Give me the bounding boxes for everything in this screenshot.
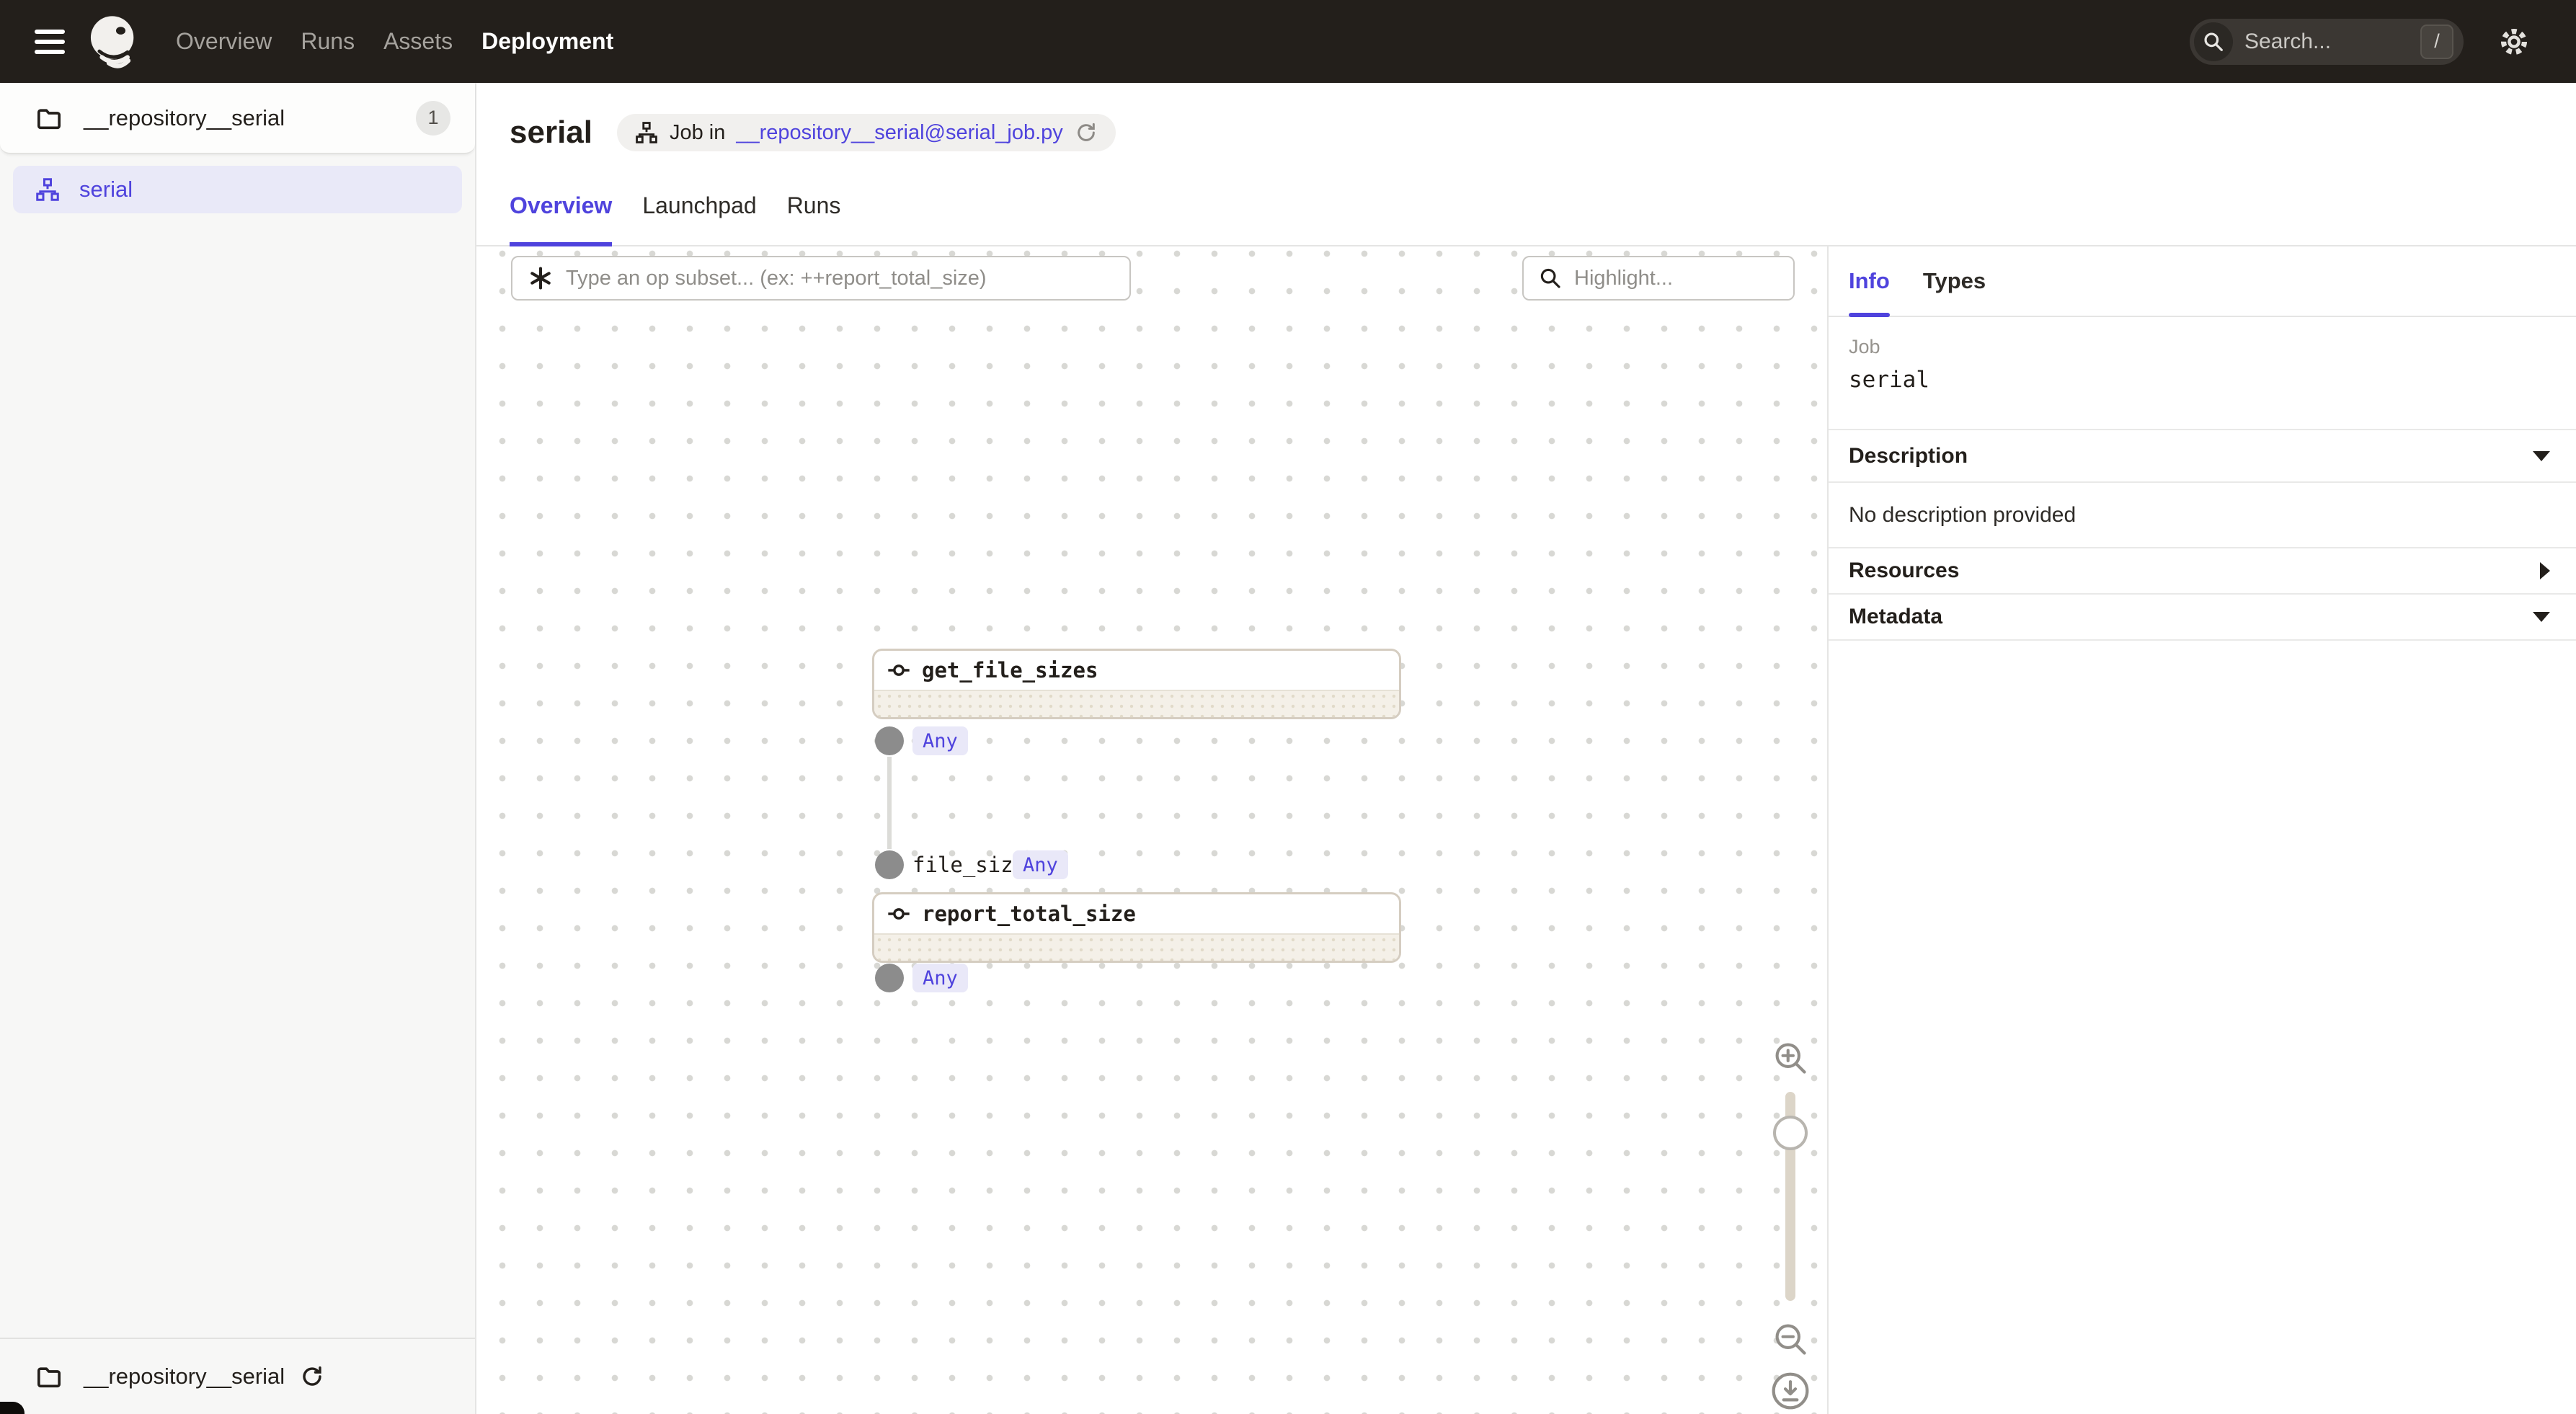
op-graph-canvas[interactable]: get_file_sizes Any file_sizes Any	[476, 246, 1827, 1414]
op-subset-input[interactable]	[566, 267, 1115, 290]
job-label: Job	[1849, 336, 2556, 358]
nav-item-runs[interactable]: Runs	[301, 28, 355, 55]
op-icon	[887, 659, 910, 682]
job-graph-icon	[35, 177, 61, 203]
global-search[interactable]: /	[2190, 19, 2464, 65]
download-image-icon[interactable]	[1770, 1371, 1811, 1411]
op-subset-filter	[511, 256, 1131, 301]
zoom-slider-handle[interactable]	[1773, 1116, 1808, 1150]
zoom-in-icon[interactable]	[1772, 1039, 1809, 1077]
right-info-panel: Info Types Job serial Description No des…	[1827, 246, 2576, 1414]
main-area: serial Job in __repository__serial@seria…	[476, 83, 2576, 1414]
page-title: serial	[510, 115, 592, 151]
tab-types[interactable]: Types	[1923, 246, 1986, 316]
tab-launchpad[interactable]: Launchpad	[642, 192, 756, 245]
dagster-logo-icon[interactable]	[86, 14, 141, 69]
section-metadata[interactable]: Metadata	[1829, 595, 2576, 641]
settings-gear-icon[interactable]	[2497, 25, 2531, 59]
nav-item-overview[interactable]: Overview	[176, 28, 272, 55]
repository-name: __repository__serial	[84, 105, 285, 131]
topnav-right: /	[2190, 19, 2550, 65]
output-port[interactable]	[875, 726, 904, 755]
search-icon	[2194, 22, 2233, 61]
footer-repository-name: __repository__serial	[84, 1364, 285, 1389]
type-badge[interactable]: Any	[1013, 850, 1068, 879]
search-icon	[1538, 266, 1563, 290]
section-title: Description	[1849, 444, 1968, 468]
op-name: report_total_size	[922, 902, 1136, 926]
section-title: Resources	[1849, 559, 1959, 583]
op-selector-icon	[527, 264, 554, 292]
highlight-filter	[1522, 256, 1795, 301]
info-panel-tabs: Info Types	[1829, 246, 2576, 317]
content: get_file_sizes Any file_sizes Any	[476, 246, 2576, 1414]
chevron-down-icon	[2533, 451, 2550, 461]
chevron-down-icon	[2533, 612, 2550, 622]
nav-item-assets[interactable]: Assets	[383, 28, 453, 55]
op-node-report-total-size[interactable]: report_total_size	[872, 892, 1401, 963]
nav-item-deployment[interactable]: Deployment	[481, 28, 613, 55]
type-badge[interactable]: Any	[912, 726, 968, 755]
sidebar-item-label: serial	[79, 177, 133, 203]
refresh-icon[interactable]	[1074, 120, 1098, 145]
sidebar-footer: __repository__serial	[0, 1338, 475, 1414]
section-resources[interactable]: Resources	[1829, 548, 2576, 595]
description-empty-state: No description provided	[1829, 483, 2576, 548]
repository-header[interactable]: __repository__serial 1	[0, 83, 475, 154]
folder-icon	[35, 1362, 63, 1391]
left-sidebar: __repository__serial 1 serial __reposito…	[0, 83, 476, 1414]
job-summary: Job serial	[1829, 317, 2576, 430]
job-context-prefix: Job in	[670, 121, 725, 145]
search-shortcut-badge: /	[2420, 25, 2453, 59]
app-window: Overview Runs Assets Deployment /	[0, 0, 2576, 1414]
primary-nav: Overview Runs Assets Deployment	[176, 28, 613, 55]
job-tabs: Overview Launchpad Runs	[476, 83, 2576, 246]
tab-runs[interactable]: Runs	[787, 192, 841, 245]
dependency-edge	[887, 757, 892, 849]
job-name-value: serial	[1849, 367, 2556, 393]
input-port[interactable]	[875, 850, 904, 879]
tab-info[interactable]: Info	[1849, 246, 1890, 316]
job-graph-icon	[634, 120, 659, 145]
op-icon	[887, 902, 910, 925]
search-input[interactable]	[2244, 30, 2420, 54]
highlight-input[interactable]	[1574, 267, 1779, 290]
chevron-right-icon	[2540, 562, 2550, 579]
job-source-link[interactable]: __repository__serial@serial_job.py	[736, 121, 1062, 145]
section-title: Metadata	[1849, 605, 1942, 629]
reload-repository-icon[interactable]	[299, 1364, 325, 1389]
op-name: get_file_sizes	[922, 658, 1098, 682]
repository-count-badge: 1	[416, 101, 450, 135]
zoom-out-icon[interactable]	[1772, 1320, 1809, 1358]
op-node-get-file-sizes[interactable]: get_file_sizes	[872, 649, 1401, 719]
op-config-section	[874, 691, 1399, 717]
tab-overview[interactable]: Overview	[510, 192, 612, 245]
section-description[interactable]: Description	[1829, 430, 2576, 483]
job-context-pill: Job in __repository__serial@serial_job.p…	[617, 114, 1116, 151]
output-port[interactable]	[875, 964, 904, 992]
op-config-section	[874, 935, 1399, 961]
folder-icon	[35, 104, 63, 133]
hamburger-menu-icon[interactable]	[35, 30, 65, 54]
sidebar-item-serial-job[interactable]: serial	[13, 166, 462, 213]
type-badge[interactable]: Any	[912, 964, 968, 992]
top-nav: Overview Runs Assets Deployment /	[0, 0, 2576, 83]
page-header: serial Job in __repository__serial@seria…	[510, 109, 1116, 156]
